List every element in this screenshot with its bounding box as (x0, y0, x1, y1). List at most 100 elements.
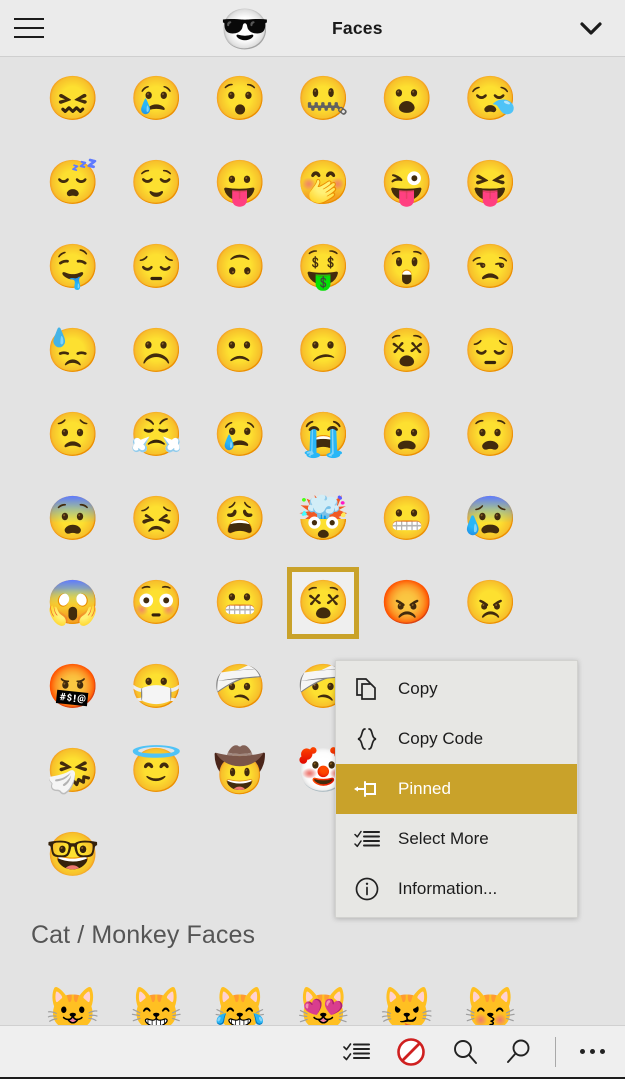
money-mouth-face[interactable]: 🤑 (282, 225, 366, 309)
fearful-face[interactable]: 😨 (31, 477, 115, 561)
checklist-icon (343, 1042, 371, 1060)
emoji-scroll-area[interactable]: 😖 😢 😯 🤐 😮 😪 😴 😌 😛 🤭 😜 😝 🤤 😔 🙃 🤑 😲 😒 😓 ☹️ 🙁 😕 😵 😔 😟 😤 😢 😭 😦 😧 😨 😣 😩 🤯 😬 😰 😱 😳 😬… (0, 57, 625, 1025)
context-menu[interactable]: Copy Copy Code Pinned Select More Informatio… (335, 660, 578, 918)
kissing-cat-glyph: 😽 (463, 985, 518, 1025)
crying-face-2[interactable]: 😢 (198, 393, 282, 477)
crying-face[interactable]: 😢 (115, 57, 199, 141)
grimacing-face-2[interactable]: 😬 (198, 561, 282, 645)
loudly-crying-face[interactable]: 😭 (282, 393, 366, 477)
clear-filter-button[interactable] (384, 1026, 438, 1078)
pouting-face-glyph: 😡 (379, 578, 434, 627)
bottom-toolbar (0, 1025, 625, 1079)
persevering-face-glyph: 😣 (129, 494, 184, 543)
anxious-face-with-sweat[interactable]: 😰 (449, 477, 533, 561)
grinning-cat[interactable]: 😺 (31, 968, 115, 1025)
more-options-button[interactable] (565, 1026, 619, 1078)
astonished-face[interactable]: 😲 (365, 225, 449, 309)
pouting-face[interactable]: 😡 (365, 561, 449, 645)
unamused-face-glyph: 😒 (463, 242, 518, 291)
menu-item-copy[interactable]: Copy (336, 664, 577, 714)
menu-item-copy-label: Copy (398, 679, 438, 698)
crying-face-2-glyph: 😢 (212, 410, 267, 459)
info-icon (336, 876, 398, 902)
anguished-face[interactable]: 😧 (449, 393, 533, 477)
face-with-steam-from-nose[interactable]: 😤 (115, 393, 199, 477)
zipper-mouth-face[interactable]: 🤐 (282, 57, 366, 141)
face-with-crossed-out-eyes[interactable]: 😵 (365, 309, 449, 393)
grinning-cat-with-smiling-eyes[interactable]: 😸 (115, 968, 199, 1025)
dizzy-face[interactable]: 😵 (282, 561, 366, 645)
weary-face[interactable]: 😩 (198, 477, 282, 561)
braces-icon (336, 726, 398, 752)
crying-face-glyph: 😢 (129, 74, 184, 123)
flushed-face-glyph: 😳 (129, 578, 184, 627)
smiling-face-with-halo[interactable]: 😇 (115, 729, 199, 813)
confounded-face-glyph: 😖 (45, 74, 100, 123)
copy-icon (336, 676, 398, 702)
no-entry-icon (397, 1037, 425, 1066)
nerd-face[interactable]: 🤓 (31, 813, 115, 897)
select-mode-button[interactable] (330, 1026, 384, 1078)
cat-with-tears-of-joy[interactable]: 😹 (198, 968, 282, 1025)
exploding-head[interactable]: 🤯 (282, 477, 366, 561)
face-with-tongue[interactable]: 😛 (198, 141, 282, 225)
face-with-medical-mask[interactable]: 😷 (115, 645, 199, 729)
chevron-down-icon[interactable] (565, 0, 617, 57)
sleepy-face[interactable]: 😪 (449, 57, 533, 141)
hushed-face[interactable]: 😯 (198, 57, 282, 141)
dizzy-face-glyph: 😵 (296, 578, 351, 627)
confounded-face[interactable]: 😖 (31, 57, 115, 141)
hamburger-icon[interactable] (0, 0, 58, 57)
menu-item-information[interactable]: Information... (336, 864, 577, 914)
page-title: Faces (332, 18, 383, 38)
drooling-face-glyph: 🤤 (45, 242, 100, 291)
winking-face-with-tongue[interactable]: 😜 (365, 141, 449, 225)
frowning-face[interactable]: ☹️ (115, 309, 199, 393)
cat-with-wry-smile-glyph: 😼 (379, 985, 434, 1025)
menu-item-pinned[interactable]: Pinned (336, 764, 577, 814)
face-with-open-mouth-glyph: 😮 (379, 74, 434, 123)
flushed-face[interactable]: 😳 (115, 561, 199, 645)
squinting-face-with-tongue[interactable]: 😝 (449, 141, 533, 225)
grimacing-face[interactable]: 😬 (365, 477, 449, 561)
sleeping-face[interactable]: 😴 (31, 141, 115, 225)
face-with-hand-over-mouth[interactable]: 🤭 (282, 141, 366, 225)
search-alt-button[interactable] (492, 1026, 546, 1078)
search-button[interactable] (438, 1026, 492, 1078)
frowning-face-with-open-mouth[interactable]: 😦 (365, 393, 449, 477)
menu-item-copy-code[interactable]: Copy Code (336, 714, 577, 764)
toolbar-divider (555, 1036, 556, 1067)
menu-item-pinned-label: Pinned (398, 779, 451, 798)
cat-with-wry-smile[interactable]: 😼 (365, 968, 449, 1025)
persevering-face[interactable]: 😣 (115, 477, 199, 561)
slightly-frowning-face[interactable]: 🙁 (198, 309, 282, 393)
angry-face[interactable]: 😠 (449, 561, 533, 645)
exploding-head-glyph: 🤯 (296, 494, 351, 543)
pensive-face[interactable]: 😔 (115, 225, 199, 309)
pensive-face-2[interactable]: 😔 (449, 309, 533, 393)
menu-item-select-more[interactable]: Select More (336, 814, 577, 864)
confused-face-glyph: 😕 (296, 326, 351, 375)
face-with-steam-from-nose-glyph: 😤 (129, 410, 184, 459)
smiling-cat-with-heart-eyes[interactable]: 😻 (282, 968, 366, 1025)
drooling-face[interactable]: 🤤 (31, 225, 115, 309)
worried-face[interactable]: 😟 (31, 393, 115, 477)
grimacing-face-2-glyph: 😬 (212, 578, 267, 627)
kissing-cat[interactable]: 😽 (449, 968, 533, 1025)
confused-face[interactable]: 😕 (282, 309, 366, 393)
relieved-face[interactable]: 😌 (115, 141, 199, 225)
downcast-face-with-sweat[interactable]: 😓 (31, 309, 115, 393)
sneezing-face[interactable]: 🤧 (31, 729, 115, 813)
grimacing-face-glyph: 😬 (379, 494, 434, 543)
unamused-face[interactable]: 😒 (449, 225, 533, 309)
smiling-cat-with-heart-eyes-glyph: 😻 (296, 985, 351, 1025)
upside-down-face[interactable]: 🙃 (198, 225, 282, 309)
face-with-symbols-on-mouth[interactable]: 🤬 (31, 645, 115, 729)
face-with-thermometer[interactable]: 🤕 (198, 645, 282, 729)
face-screaming-in-fear[interactable]: 😱 (31, 561, 115, 645)
cowboy-hat-face-glyph: 🤠 (212, 746, 267, 795)
anguished-face-glyph: 😧 (463, 410, 518, 459)
cowboy-hat-face[interactable]: 🤠 (198, 729, 282, 813)
face-with-thermometer-glyph: 🤕 (212, 662, 267, 711)
face-with-open-mouth[interactable]: 😮 (365, 57, 449, 141)
